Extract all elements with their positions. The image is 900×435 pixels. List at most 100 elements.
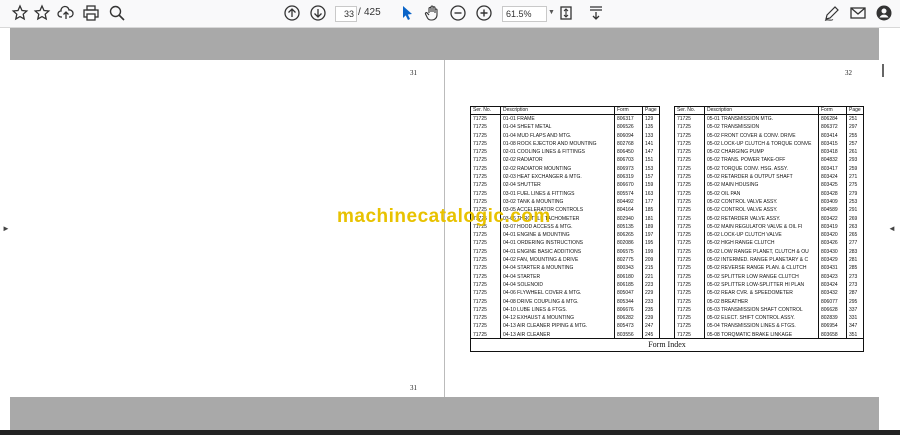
- cell-page: 281: [849, 257, 858, 264]
- scroll-mode-icon[interactable]: [586, 4, 606, 22]
- header-ser-no: Ser. No.: [675, 107, 705, 114]
- cell-page: 279: [849, 190, 858, 197]
- cell-page: 259: [849, 165, 858, 172]
- cell-page: 221: [645, 273, 654, 280]
- watermark-text: machinecatalogic.com: [337, 206, 551, 227]
- table-row: 71725 05-02 REAR CVR. & SPEEDOMETER 803432…: [675, 289, 863, 298]
- cell-page: 263: [849, 223, 858, 230]
- cell-ser-no: 71725: [471, 115, 501, 124]
- next-page-icon[interactable]: [308, 4, 328, 22]
- table-row: 71725 05-01 TRANSMISSION MTG. 806284 251: [675, 115, 863, 124]
- pdf-toolbar: 33 / 425 61.5% ▼: [0, 0, 900, 28]
- cell-description: 05-02 CONTROL VALVE ASSY.: [705, 197, 819, 207]
- cell-ser-no: 71725: [471, 297, 501, 306]
- cell-ser-no: 71725: [471, 272, 501, 281]
- cell-ser-no: 71725: [675, 156, 705, 165]
- table-row: 71725 05-02 REVERSE RANGE PLAN. & CLUTCH 8…: [675, 264, 863, 273]
- cell-ser-no: 71725: [471, 164, 501, 174]
- table-row: 71725 05-02 LOW RANGE PLANET, CLUTCH & OU…: [675, 247, 863, 257]
- table-row: 71725 04-01 ENGINE & MOUNTING 806265 197: [471, 231, 659, 240]
- cell-page: 251: [849, 116, 858, 122]
- table-row: 71725 05-02 MAIN HOUSING 803425 275: [675, 181, 863, 190]
- cell-description: 05-02 TRANS. POWER TAKE-OFF: [705, 156, 819, 165]
- cell-ser-no: 71725: [471, 139, 501, 149]
- cell-form: 803420: [819, 231, 847, 240]
- cell-form: 802940: [615, 214, 643, 223]
- zoom-in-icon[interactable]: [474, 4, 494, 22]
- table-row: 71725 04-04 STARTER & MOUNTING 800343 215: [471, 264, 659, 273]
- cell-form: 805473: [615, 322, 643, 331]
- cell-page: 285: [849, 265, 858, 272]
- page-separator: /: [358, 7, 361, 18]
- cell-form: 803424: [819, 280, 847, 290]
- table-row: 71725 05-02 CHARGING PUMP 803418 261: [675, 148, 863, 157]
- search-zoom-icon[interactable]: [107, 4, 127, 22]
- table-row: 71725 04-01 ENGINE BASIC ADDITIONS 806575 1…: [471, 247, 659, 257]
- cell-form: 803429: [819, 256, 847, 265]
- cell-ser-no: 71725: [471, 289, 501, 298]
- header-ser-no: Ser. No.: [471, 107, 501, 114]
- account-icon[interactable]: [874, 4, 894, 22]
- cell-ser-no: 71725: [471, 280, 501, 290]
- cell-description: 05-02 BREATHER: [705, 297, 819, 306]
- cell-page: 153: [645, 165, 654, 172]
- right-panel-toggle-icon[interactable]: ◄: [888, 224, 896, 233]
- cell-page: 271: [849, 174, 858, 181]
- cell-page: 129: [645, 116, 654, 122]
- cell-ser-no: 71725: [471, 173, 501, 182]
- table-row: 71725 05-02 CONTROL VALVE ASSY. 803409 253: [675, 197, 863, 207]
- cell-description: 05-02 RETARDER & OUTPUT SHAFT: [705, 173, 819, 182]
- cell-page: 293: [849, 157, 858, 164]
- cell-ser-no: 71725: [675, 280, 705, 290]
- cell-page: 331: [849, 315, 858, 322]
- email-icon[interactable]: [848, 4, 868, 22]
- cell-ser-no: 71725: [675, 322, 705, 331]
- print-icon[interactable]: [81, 4, 101, 22]
- sign-pen-icon[interactable]: [822, 4, 842, 22]
- cell-form: 806372: [819, 123, 847, 132]
- table-row: 71725 05-02 RETARDER VALVE ASSY. 803422 269: [675, 214, 863, 223]
- cell-page: 275: [849, 182, 858, 189]
- hand-tool-icon[interactable]: [422, 4, 442, 22]
- previous-page-icon[interactable]: [282, 4, 302, 22]
- star-icon[interactable]: [32, 4, 52, 22]
- cell-ser-no: 71725: [675, 272, 705, 281]
- cell-page: 141: [645, 140, 654, 147]
- cell-ser-no: 71725: [675, 247, 705, 257]
- cell-ser-no: 71725: [675, 264, 705, 273]
- page-left: [10, 60, 444, 397]
- table-row: 71725 03-01 FUEL LINES & FITTINGS 805574 16…: [471, 189, 659, 198]
- cell-description: 05-01 TRANSMISSION MTG.: [705, 115, 819, 124]
- cell-form: 806670: [615, 181, 643, 190]
- fit-page-icon[interactable]: [556, 4, 576, 22]
- table-row: 71725 01-01 FRAME 806317 129: [471, 115, 659, 124]
- cell-description: 05-02 LOW RANGE PLANET, CLUTCH & OU: [705, 247, 819, 257]
- scrollbar-thumb[interactable]: [882, 64, 884, 77]
- left-panel-toggle-icon[interactable]: ►: [2, 224, 10, 233]
- cell-form: 806703: [615, 156, 643, 165]
- select-cursor-icon[interactable]: [397, 4, 417, 22]
- cell-page: 223: [645, 281, 654, 288]
- form-index-table-right: Ser. No. Description Form Page 71725 05-0…: [674, 106, 864, 341]
- page-number-input[interactable]: 33: [335, 6, 357, 22]
- upload-cloud-icon[interactable]: [56, 4, 76, 22]
- cell-page: 189: [645, 223, 654, 230]
- cell-description: 04-06 FLYWHEEL COVER & MTG.: [501, 289, 615, 298]
- cell-page: 177: [645, 198, 654, 205]
- cell-page: 181: [645, 215, 654, 222]
- zoom-dropdown-chevron-icon[interactable]: ▼: [548, 9, 555, 16]
- cell-form: 802775: [615, 256, 643, 265]
- cell-form: 806319: [615, 173, 643, 182]
- zoom-level-field[interactable]: 61.5%: [502, 6, 547, 22]
- cell-description: 02-04 SHUTTER: [501, 181, 615, 190]
- bookmark-star-outline-icon[interactable]: [10, 4, 30, 22]
- cell-ser-no: 71725: [675, 297, 705, 306]
- cell-ser-no: 71725: [471, 305, 501, 315]
- page-divider: [444, 60, 445, 397]
- header-page: Page: [849, 107, 861, 113]
- cell-ser-no: 71725: [675, 181, 705, 190]
- cell-form: 803415: [819, 139, 847, 149]
- table-row: 71725 05-02 RETARDER & OUTPUT SHAFT 803424…: [675, 173, 863, 182]
- zoom-out-icon[interactable]: [448, 4, 468, 22]
- table-row: 71725 05-02 SPLITTER LOW-SPLITTER HI PLAN…: [675, 280, 863, 290]
